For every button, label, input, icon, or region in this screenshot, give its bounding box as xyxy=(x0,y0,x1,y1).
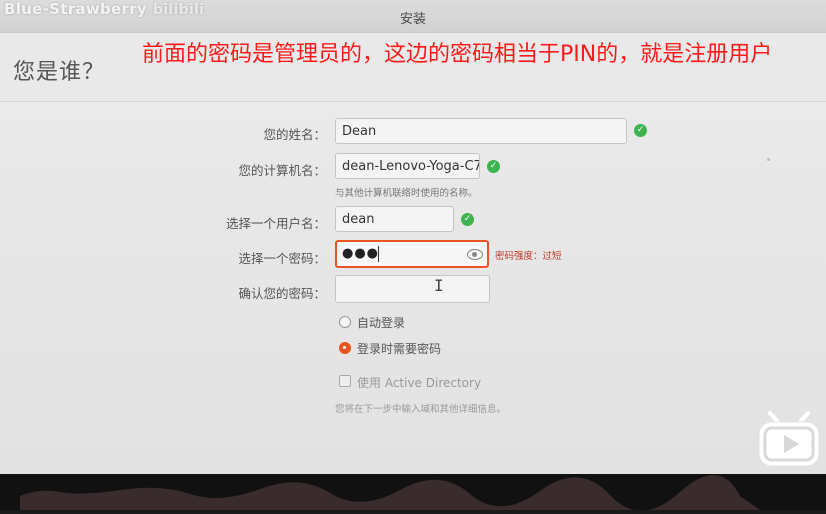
check-icon: ✓ xyxy=(487,160,500,173)
bilibili-tv-icon xyxy=(758,411,820,467)
require-password-label[interactable]: 登录时需要密码 xyxy=(357,340,441,357)
username-field[interactable]: dean xyxy=(335,206,454,232)
computer-name-field[interactable]: dean-Lenovo-Yoga-C74 xyxy=(335,153,480,179)
dust-speck xyxy=(767,158,770,161)
require-password-radio[interactable] xyxy=(339,342,351,354)
active-directory-label[interactable]: 使用 Active Directory xyxy=(357,374,481,391)
waveform-decoration xyxy=(20,474,760,511)
computer-name-label: 您的计算机名： xyxy=(238,163,326,178)
red-annotation: 前面的密码是管理员的，这边的密码相当于PIN的，就是注册用户 xyxy=(142,42,773,67)
username-label: 选择一个用户名： xyxy=(225,216,326,231)
installer-screen: 安装 Blue-Strawberry bilibili 您是谁？ 前面的密码是管理… xyxy=(0,0,826,474)
confirm-password-field[interactable] xyxy=(335,275,490,303)
check-icon: ✓ xyxy=(461,213,474,226)
watermark-text: Blue-Strawberry xyxy=(4,0,147,18)
text-caret xyxy=(378,246,379,262)
video-bottom-bar xyxy=(0,474,826,511)
password-strength: 密码强度：过短 xyxy=(495,251,562,262)
password-dots: ●●● xyxy=(342,246,380,261)
computer-name-hint: 与其他计算机联络时使用的名称。 xyxy=(335,188,478,199)
eye-icon[interactable] xyxy=(467,249,483,260)
watermark-logo: bilibili xyxy=(153,2,205,18)
name-field[interactable]: Dean xyxy=(335,118,627,144)
ibeam-cursor-icon: I xyxy=(434,276,444,295)
auto-login-radio[interactable] xyxy=(339,316,351,328)
auto-login-label[interactable]: 自动登录 xyxy=(357,314,405,331)
confirm-password-label: 确认您的密码： xyxy=(238,286,326,301)
active-directory-hint: 您将在下一步中输入域和其他详细信息。 xyxy=(335,404,507,415)
password-label: 选择一个密码： xyxy=(238,251,326,266)
check-icon: ✓ xyxy=(634,124,647,137)
page-title: 您是谁？ xyxy=(13,60,106,85)
name-label: 您的姓名： xyxy=(263,127,326,142)
video-watermark: Blue-Strawberry bilibili xyxy=(4,0,204,18)
active-directory-checkbox[interactable] xyxy=(339,375,351,387)
